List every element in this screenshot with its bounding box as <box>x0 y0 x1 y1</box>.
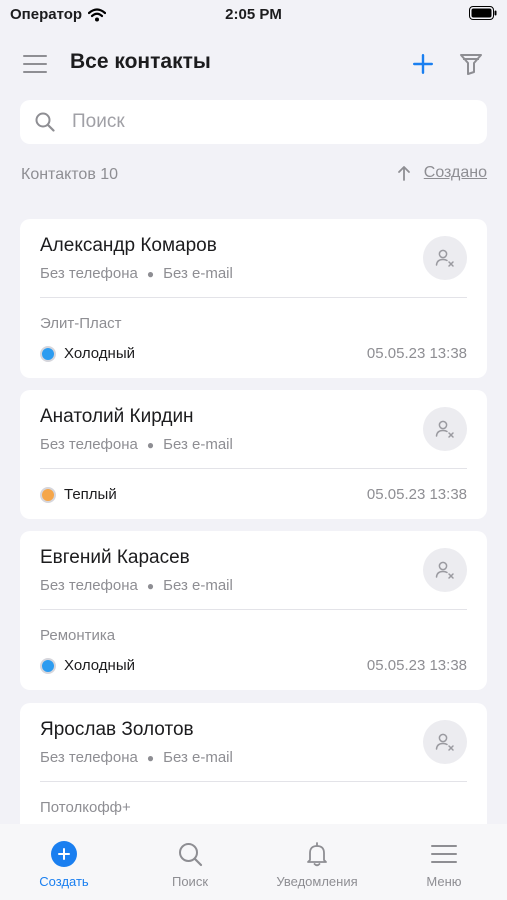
contact-name: Александр Комаров <box>40 235 217 256</box>
divider <box>40 468 467 469</box>
contact-email: Без e-mail <box>163 265 233 282</box>
avatar <box>423 407 467 451</box>
contact-date: 05.05.23 13:38 <box>366 486 467 503</box>
add-contact-button[interactable] <box>409 50 437 78</box>
user-no-access-icon <box>435 561 454 579</box>
sort-label: Создано <box>423 164 487 181</box>
page-title: Все контакты <box>70 50 211 73</box>
separator-dot: ● <box>146 750 155 765</box>
contact-meta: Без телефона ● Без e-mail <box>40 436 233 453</box>
contact-date: 05.05.23 13:38 <box>366 657 467 674</box>
menu-icon <box>431 845 457 863</box>
search-input[interactable] <box>72 100 472 144</box>
list-info-row: Контактов 10 Создано <box>20 164 487 188</box>
tab-search[interactable]: Поиск <box>135 840 245 889</box>
contact-email: Без e-mail <box>163 577 233 594</box>
user-no-access-icon <box>435 420 454 438</box>
contact-card[interactable]: Анатолий Кирдин Без телефона ● Без e-mai… <box>20 390 487 519</box>
contact-phone: Без телефона <box>40 265 138 282</box>
divider <box>40 297 467 298</box>
separator-dot: ● <box>146 578 155 593</box>
tab-label: Создать <box>39 874 89 889</box>
avatar <box>423 236 467 280</box>
nav-header: Все контакты <box>0 38 507 90</box>
status-label: Холодный <box>64 345 135 362</box>
divider <box>40 781 467 782</box>
contacts-list: Александр Комаров Без телефона ● Без e-m… <box>20 219 487 824</box>
filter-icon <box>460 54 482 75</box>
contact-phone: Без телефона <box>40 436 138 453</box>
contact-card[interactable]: Александр Комаров Без телефона ● Без e-m… <box>20 219 487 378</box>
user-no-access-icon <box>435 733 454 751</box>
tab-bar: Создать Поиск Уведомления Меню <box>0 824 507 900</box>
divider <box>40 609 467 610</box>
status-dot-icon <box>40 486 56 503</box>
contact-email: Без e-mail <box>163 749 233 766</box>
plus-circle-icon <box>51 841 77 867</box>
arrow-up-icon <box>397 166 410 181</box>
battery-icon <box>469 6 497 24</box>
status-dot-icon <box>40 345 56 362</box>
contact-card[interactable]: Евгений Карасев Без телефона ● Без e-mai… <box>20 531 487 690</box>
contact-date: 05.05.23 13:38 <box>366 345 467 362</box>
plus-icon <box>413 54 433 74</box>
tab-menu[interactable]: Меню <box>389 840 499 889</box>
contact-phone: Без телефона <box>40 577 138 594</box>
status-label: Холодный <box>64 657 135 674</box>
status-bar: Оператор 2:05 PM <box>0 0 507 30</box>
contact-company: Ремонтика <box>40 627 116 644</box>
separator-dot: ● <box>146 266 155 281</box>
contact-meta: Без телефона ● Без e-mail <box>40 265 233 282</box>
contact-company: Элит-Пласт <box>40 315 122 332</box>
contact-company: Потолкофф+ <box>40 799 131 816</box>
search-icon <box>179 843 203 867</box>
contact-card[interactable]: Ярослав Золотов Без телефона ● Без e-mai… <box>20 703 487 824</box>
contact-status: Холодный <box>40 345 135 362</box>
tab-label: Поиск <box>171 874 209 889</box>
tab-label: Уведомления <box>276 874 358 889</box>
clock: 2:05 PM <box>225 6 282 23</box>
search-icon <box>35 112 55 132</box>
separator-dot: ● <box>146 437 155 452</box>
contact-name: Анатолий Кирдин <box>40 406 194 427</box>
contact-email: Без e-mail <box>163 436 233 453</box>
sort-button[interactable]: Создано <box>396 164 487 182</box>
user-no-access-icon <box>435 249 454 267</box>
status-label: Теплый <box>64 486 117 503</box>
hamburger-menu-button[interactable] <box>22 52 50 76</box>
status-dot-icon <box>40 657 56 674</box>
contact-meta: Без телефона ● Без e-mail <box>40 749 233 766</box>
contacts-count: Контактов 10 <box>21 166 119 183</box>
contact-status: Холодный <box>40 657 135 674</box>
contact-status: Теплый <box>40 486 117 503</box>
contact-phone: Без телефона <box>40 749 138 766</box>
tab-label: Меню <box>426 874 462 889</box>
avatar <box>423 548 467 592</box>
tab-create[interactable]: Создать <box>9 840 119 889</box>
contact-name: Евгений Карасев <box>40 547 190 568</box>
tab-notifications[interactable]: Уведомления <box>262 840 372 889</box>
bell-icon <box>307 842 327 867</box>
hamburger-icon <box>23 55 47 73</box>
contact-meta: Без телефона ● Без e-mail <box>40 577 233 594</box>
search-bar <box>20 100 487 144</box>
contact-name: Ярослав Золотов <box>40 719 194 740</box>
filter-button[interactable] <box>457 50 485 78</box>
avatar <box>423 720 467 764</box>
